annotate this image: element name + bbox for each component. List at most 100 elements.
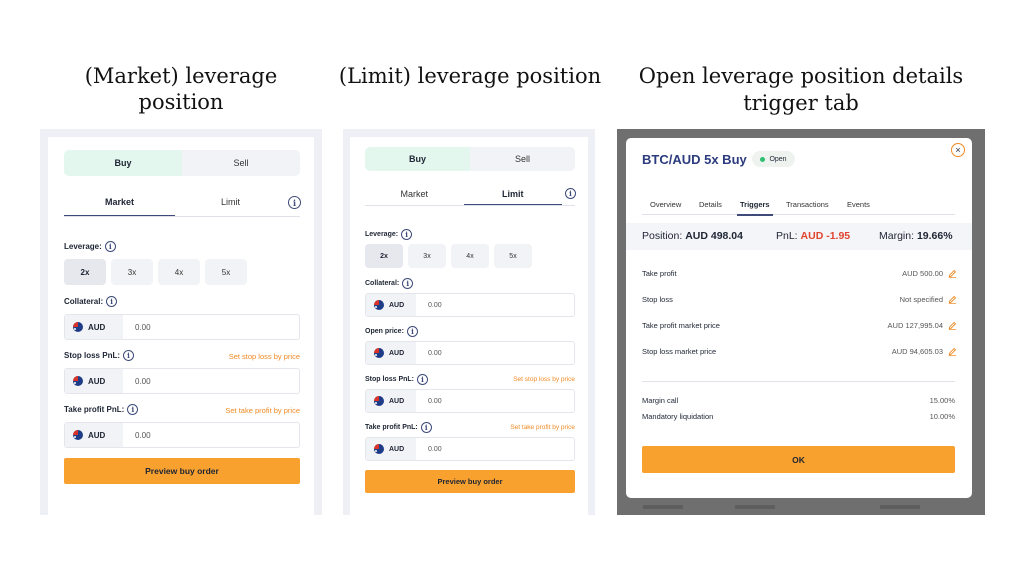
margin-value: 19.66%	[916, 230, 953, 242]
market-buy-sell-toggle: Buy Sell	[64, 150, 300, 176]
leverage-option-3x[interactable]: 3x	[408, 244, 446, 268]
edit-pencil-icon[interactable]	[948, 269, 957, 278]
set-take-profit-by-price-link[interactable]: Set take profit by price	[190, 406, 300, 415]
set-take-profit-by-price-link[interactable]: Set take profit by price	[480, 424, 575, 431]
details-heading-line1: Open leverage position details	[638, 64, 964, 88]
trigger-label: Stop loss market price	[642, 347, 717, 356]
position-details-modal	[626, 138, 972, 498]
take-profit-info-icon[interactable]: i	[127, 404, 139, 415]
take-profit-label: Take profit PnL: i	[64, 404, 139, 415]
limit-order-type-tabs: Market Limit	[365, 187, 562, 206]
ok-button[interactable]: OK	[642, 446, 955, 473]
section-divider	[642, 381, 955, 382]
stop-loss-info-icon[interactable]: i	[417, 374, 428, 385]
tab-limit[interactable]: Limit	[175, 195, 286, 216]
leverage-option-3x[interactable]: 3x	[111, 259, 153, 285]
leverage-option-5x[interactable]: 5x	[205, 259, 247, 285]
collateral-info-icon[interactable]: i	[106, 296, 118, 307]
leverage-option-4x[interactable]: 4x	[451, 244, 489, 268]
buy-toggle-button[interactable]: Buy	[365, 147, 470, 171]
leverage-info-icon[interactable]: i	[401, 229, 413, 240]
leverage-options: 2x 3x 4x 5x	[64, 259, 247, 285]
close-icon[interactable]: ×	[951, 143, 965, 157]
collateral-input[interactable]: 0.00	[416, 294, 442, 316]
limit-heading: (Limit) leverage position	[338, 64, 602, 88]
stop-loss-input[interactable]: 0.00	[416, 390, 442, 412]
aud-flag-icon	[374, 300, 384, 310]
position-value: AUD 498.04	[685, 230, 743, 242]
leverage-option-2x[interactable]: 2x	[64, 259, 106, 285]
aud-flag-icon	[374, 444, 384, 454]
set-stop-loss-by-price-link[interactable]: Set stop loss by price	[485, 376, 575, 383]
stop-loss-input[interactable]: 0.00	[123, 369, 151, 393]
take-profit-field[interactable]: AUD 0.00	[64, 422, 300, 448]
set-stop-loss-by-price-link[interactable]: Set stop loss by price	[200, 352, 300, 361]
order-type-info-icon[interactable]: i	[288, 196, 301, 209]
preview-buy-order-button[interactable]: Preview buy order	[365, 470, 575, 493]
collateral-info-icon[interactable]: i	[402, 278, 414, 289]
trigger-value-row: AUD 94,605.03	[892, 347, 957, 356]
collateral-label: Collateral: i	[365, 278, 414, 289]
tab-market[interactable]: Market	[365, 187, 464, 205]
tab-limit[interactable]: Limit	[463, 187, 563, 206]
tabs-underline	[64, 216, 300, 217]
currency-selector[interactable]: AUD	[65, 315, 123, 339]
aud-flag-icon	[374, 348, 384, 358]
margin-call-value: 15.00%	[929, 396, 955, 405]
tab-triggers[interactable]: Triggers	[737, 200, 773, 216]
backdrop-faded-text	[643, 505, 683, 509]
currency-selector[interactable]: AUD	[366, 390, 416, 412]
trigger-value-row: Not specified	[900, 295, 957, 304]
take-profit-info-icon[interactable]: i	[420, 422, 432, 433]
stop-loss-field[interactable]: AUD 0.00	[64, 368, 300, 394]
trigger-value-row: AUD 127,995.04	[888, 321, 957, 330]
currency-selector[interactable]: AUD	[366, 438, 416, 460]
open-price-info-icon[interactable]: i	[406, 326, 418, 337]
aud-flag-icon	[73, 376, 83, 386]
stop-loss-field[interactable]: AUD 0.00	[365, 389, 575, 413]
order-type-info-icon[interactable]: i	[565, 188, 576, 199]
open-price-input[interactable]: 0.00	[416, 342, 442, 364]
stop-loss-label: Stop loss PnL: i	[365, 374, 428, 385]
mandatory-liquidation-value: 10.00%	[929, 412, 955, 421]
stop-loss-info-icon[interactable]: i	[123, 350, 134, 361]
take-profit-field[interactable]: AUD 0.00	[365, 437, 575, 461]
currency-selector[interactable]: AUD	[65, 423, 123, 447]
backdrop-faded-text	[880, 505, 920, 509]
pnl-summary: PnL: AUD -1.95	[776, 230, 851, 242]
leverage-option-4x[interactable]: 4x	[158, 259, 200, 285]
tab-overview[interactable]: Overview	[650, 200, 681, 209]
tab-events[interactable]: Events	[847, 200, 870, 209]
tab-transactions[interactable]: Transactions	[786, 200, 829, 209]
margin-summary: Margin: 19.66%	[879, 230, 953, 242]
edit-pencil-icon[interactable]	[948, 295, 957, 304]
trigger-label: Stop loss	[642, 295, 673, 304]
preview-buy-order-button[interactable]: Preview buy order	[64, 458, 300, 484]
leverage-info-icon[interactable]: i	[104, 241, 116, 252]
collateral-field[interactable]: AUD 0.00	[365, 293, 575, 317]
currency-selector[interactable]: AUD	[366, 342, 416, 364]
leverage-options: 2x 3x 4x 5x	[365, 244, 532, 268]
currency-selector[interactable]: AUD	[65, 369, 123, 393]
leverage-option-2x[interactable]: 2x	[365, 244, 403, 268]
collateral-field[interactable]: AUD 0.00	[64, 314, 300, 340]
edit-pencil-icon[interactable]	[948, 347, 957, 356]
collateral-input[interactable]: 0.00	[123, 315, 151, 339]
currency-selector[interactable]: AUD	[366, 294, 416, 316]
take-profit-input[interactable]: 0.00	[416, 438, 442, 460]
leverage-option-5x[interactable]: 5x	[494, 244, 532, 268]
pnl-value: AUD -1.95	[800, 230, 851, 242]
tab-details[interactable]: Details	[699, 200, 722, 209]
open-price-label: Open price: i	[365, 326, 418, 337]
trigger-value-row: AUD 500.00	[902, 269, 957, 278]
sell-toggle-button[interactable]: Sell	[182, 150, 300, 176]
status-dot-icon	[760, 156, 766, 162]
market-heading: (Market) leverage position	[84, 64, 278, 114]
open-price-field[interactable]: AUD 0.00	[365, 341, 575, 365]
buy-toggle-button[interactable]: Buy	[64, 150, 182, 176]
trigger-label: Take profit market price	[642, 321, 720, 330]
tab-market[interactable]: Market	[64, 195, 175, 217]
edit-pencil-icon[interactable]	[948, 321, 957, 330]
take-profit-input[interactable]: 0.00	[123, 423, 151, 447]
sell-toggle-button[interactable]: Sell	[470, 147, 575, 171]
